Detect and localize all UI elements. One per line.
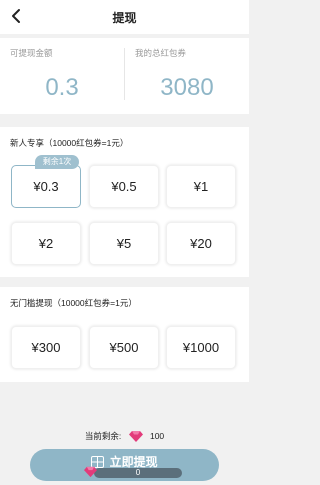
total-coupon-panel: 我的总红包券 3080 — [125, 38, 249, 114]
withdrawable-label: 可提现金额 — [10, 48, 53, 58]
withdraw-button[interactable]: 立即提现 0 — [30, 449, 219, 481]
amount-option-0-3[interactable]: ¥0.3 — [11, 165, 81, 208]
gem-progress-bar: 0 — [84, 466, 182, 478]
nothreshold-section-title: 无门槛提现（10000红包券=1元） — [10, 298, 137, 308]
amount-option-300[interactable]: ¥300 — [11, 326, 81, 369]
amount-option-5[interactable]: ¥5 — [89, 222, 159, 265]
remaining-times-badge: 剩余1次 — [35, 155, 79, 169]
progress-value: 0 — [135, 468, 141, 477]
remaining-value: 100 — [149, 431, 165, 441]
newuser-section-title: 新人专享（10000红包券=1元） — [10, 138, 129, 148]
withdrawable-value: 0.3 — [45, 74, 79, 101]
balance-summary: 可提现金额 0.3 我的总红包券 3080 — [0, 38, 249, 114]
total-coupon-label: 我的总红包券 — [135, 48, 187, 58]
top-bar: 提现 — [0, 0, 249, 34]
page-title: 提现 — [112, 11, 137, 25]
amount-option-1000[interactable]: ¥1000 — [166, 326, 236, 369]
remaining-gems: 当前剩余: 100 — [0, 430, 249, 443]
total-coupon-value: 3080 — [160, 74, 214, 101]
amount-option-500[interactable]: ¥500 — [89, 326, 159, 369]
remaining-label: 当前剩余: — [84, 431, 122, 441]
amount-option-20[interactable]: ¥20 — [166, 222, 236, 265]
withdraw-button-label: 立即提现 — [109, 455, 158, 469]
amount-option-2[interactable]: ¥2 — [11, 222, 81, 265]
amount-option-0-5[interactable]: ¥0.5 — [89, 165, 159, 208]
withdrawable-amount-panel: 可提现金额 0.3 — [0, 38, 124, 114]
amount-option-1[interactable]: ¥1 — [166, 165, 236, 208]
gem-icon — [128, 431, 143, 443]
